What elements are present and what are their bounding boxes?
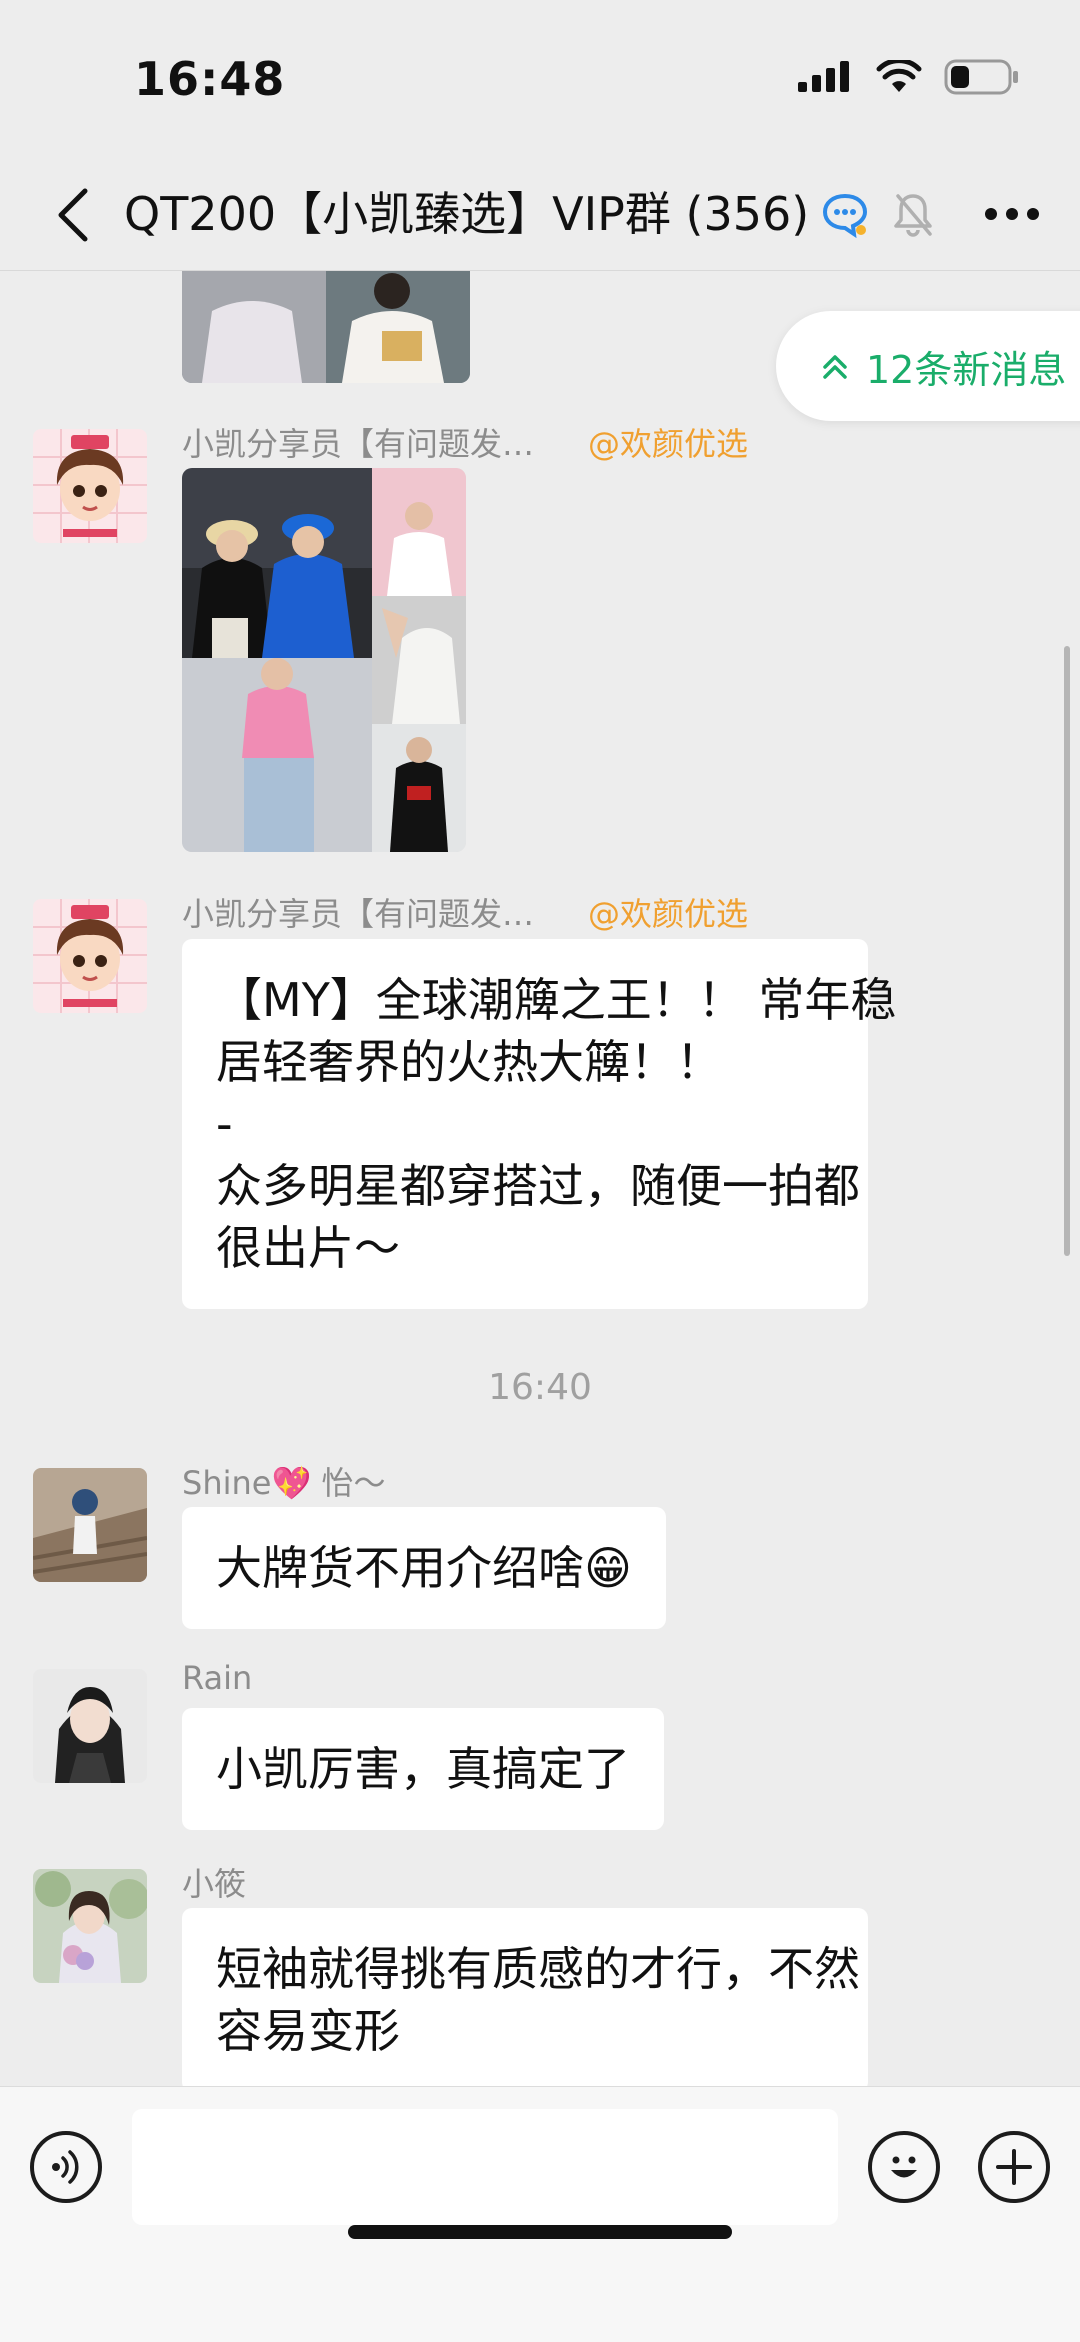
input-bar [0,2086,1080,2342]
text-message-bubble[interactable]: 大牌货不用介绍啥😁 [182,1507,666,1629]
message-text-line: 短袖就得挑有质感的才行，不然 [216,1942,860,1996]
message-text-line: 小凯厉害，真搞定了 [216,1742,630,1796]
new-messages-button[interactable]: 12条新消息 [776,311,1080,421]
more-button[interactable] [972,182,1052,246]
message-text-line: 【MY】全球潮簰之王！！ 常年稳 [216,973,897,1027]
timestamp: 16:40 [488,1367,592,1408]
message-text-line: 很出片～ [216,1221,400,1275]
status-icons [796,58,1020,96]
message-text-line: 居轻奢界的火热大簰！！ [216,1035,722,1089]
plus-button[interactable] [978,2131,1050,2203]
status-time: 16:48 [134,52,286,106]
chat-title[interactable]: QT200【小凯臻选】VIP群 (356) [124,176,809,252]
previous-image-message[interactable] [182,271,470,383]
back-button[interactable] [38,180,108,250]
cartoon-avatar-image [33,429,147,543]
emoji-icon [891,2156,917,2178]
text-message-bubble[interactable]: 小凯厉害，真搞定了 [182,1708,664,1830]
wifi-icon [876,60,922,92]
battery-icon [944,59,1018,95]
message-text-line: 众多明星都穿搭过，随便一拍都 [216,1159,860,1213]
more-icon [985,208,1039,220]
mention-tag[interactable]: @欢颜优选 [588,419,748,465]
message-text-line: - [216,1097,233,1151]
cellular-signal-icon [798,61,849,92]
avatar[interactable] [33,899,147,1013]
chat-messages[interactable]: 小凯分享员【有问题发… @欢颜优选 12条新消息 小凯分享员【有问题发… @欢颜… [0,271,1080,2086]
photo-collage-image [182,468,466,852]
sender-name: Rain [182,1659,253,1697]
voice-icon [52,2150,79,2184]
photo-avatar-image [33,1869,147,1983]
title-icons [820,190,934,240]
avatar[interactable] [33,1869,147,1983]
scrollbar[interactable] [1064,646,1070,1256]
avatar[interactable] [33,1669,147,1783]
sender-name: Shine💖 怡～ [182,1464,386,1502]
image-message[interactable] [182,468,466,852]
photo-avatar-image [33,1669,147,1783]
double-chevron-up-icon [823,355,847,379]
emoji-button[interactable] [868,2131,940,2203]
cartoon-avatar-image [33,899,147,1013]
photo-avatar-image [33,1468,147,1582]
plus-icon [996,2149,1032,2185]
avatar[interactable] [33,1468,147,1582]
sender-name: 小筱 [182,1865,247,1903]
mute-bell-icon [894,194,932,237]
sender-name: 小凯分享员【有问题发… [182,895,535,933]
sender-name: 小凯分享员【有问题发… [182,425,535,463]
text-message-bubble[interactable]: 短袖就得挑有质感的才行，不然 容易变形 [182,1908,868,2086]
status-bar: 16:48 [0,0,1080,160]
message-text-line: 容易变形 [216,2004,400,2058]
avatar[interactable] [33,429,147,543]
chat-bubble-icon [822,193,868,239]
mention-tag[interactable]: @欢颜优选 [588,889,748,935]
home-indicator [348,2225,732,2239]
chevron-left-icon [58,188,88,242]
message-text-line: 大牌货不用介绍啥😁 [216,1541,632,1595]
nav-bar: QT200【小凯臻选】VIP群 (356) [0,160,1080,271]
new-messages-label: 12条新消息 [866,347,1067,392]
message-input[interactable] [132,2109,838,2225]
text-message-bubble[interactable]: 【MY】全球潮簰之王！！ 常年稳 居轻奢界的火热大簰！！ - 众多明星都穿搭过，… [182,939,897,1309]
voice-button[interactable] [30,2131,102,2203]
